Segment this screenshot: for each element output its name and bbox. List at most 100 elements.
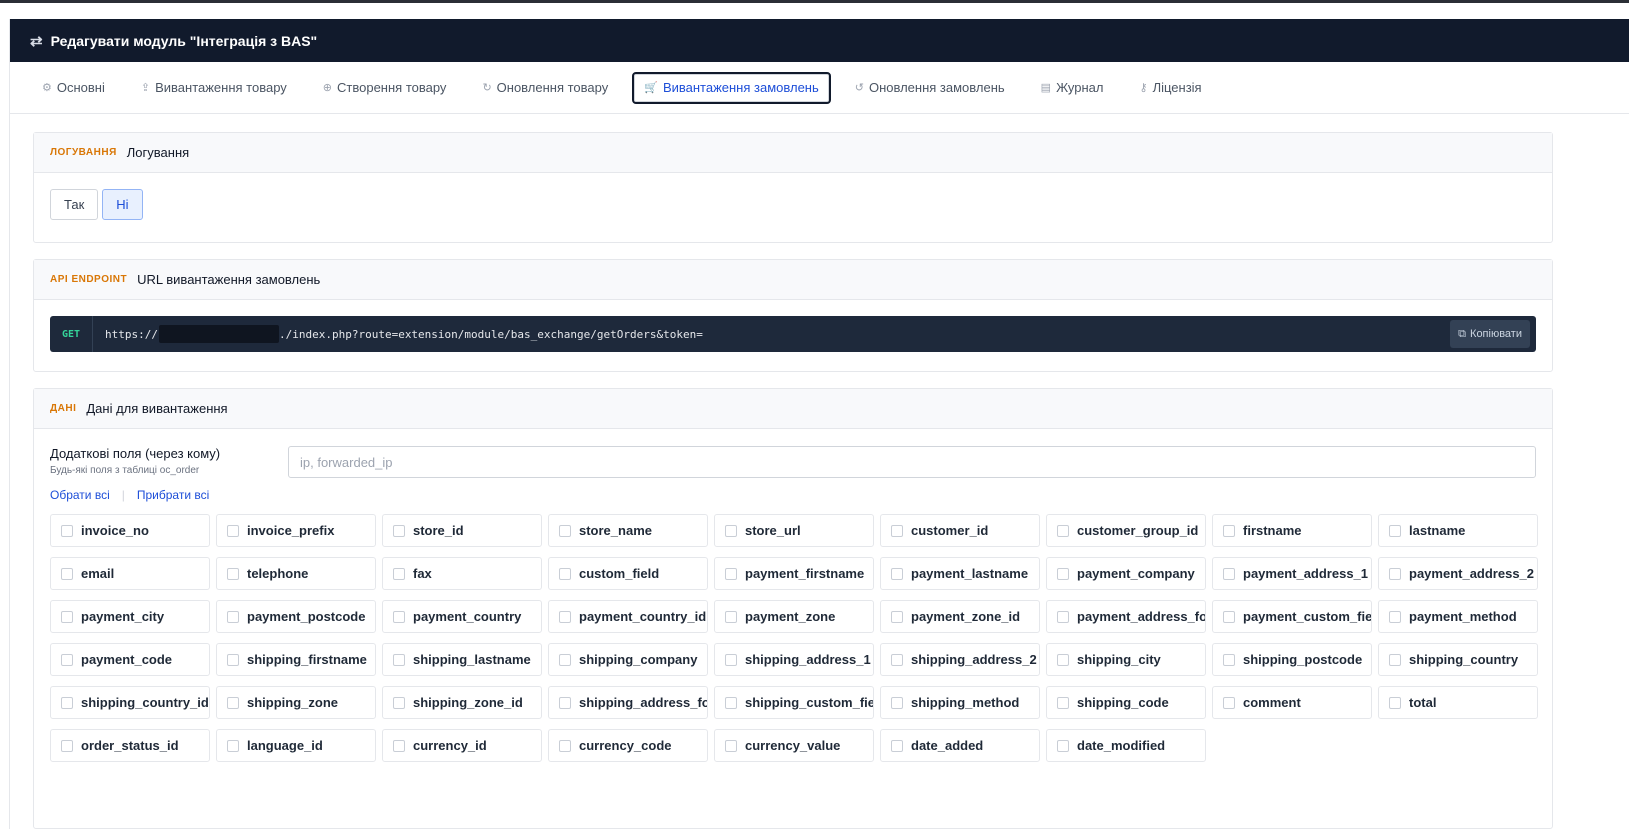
checkbox-square[interactable] [725,696,737,709]
field-checkbox[interactable]: payment_address_2 [1378,557,1538,590]
tab-orders-export[interactable]: 🛒 Вивантаження замовлень [632,71,831,104]
field-checkbox[interactable]: order_status_id [50,729,210,762]
checkbox-square[interactable] [61,610,73,623]
checkbox-square[interactable] [1057,567,1069,580]
field-checkbox[interactable]: payment_zone [714,600,874,633]
checkbox-square[interactable] [1057,696,1069,709]
checkbox-square[interactable] [393,696,405,709]
checkbox-square[interactable] [393,610,405,623]
field-checkbox[interactable]: payment_firstname [714,557,874,590]
copy-button[interactable]: ⧉ Копіювати [1450,320,1530,348]
field-checkbox[interactable]: shipping_custom_field [714,686,874,719]
checkbox-square[interactable] [1057,653,1069,666]
checkbox-square[interactable] [61,653,73,666]
field-checkbox[interactable]: payment_country_id [548,600,708,633]
checkbox-square[interactable] [891,696,903,709]
field-checkbox[interactable]: shipping_address_2 [880,643,1040,676]
field-checkbox[interactable]: payment_code [50,643,210,676]
checkbox-square[interactable] [891,739,903,752]
checkbox-square[interactable] [891,567,903,580]
checkbox-square[interactable] [559,696,571,709]
checkbox-square[interactable] [227,567,239,580]
checkbox-square[interactable] [227,524,239,537]
field-checkbox[interactable]: shipping_postcode [1212,643,1372,676]
field-checkbox[interactable]: language_id [216,729,376,762]
checkbox-square[interactable] [725,567,737,580]
field-checkbox[interactable]: invoice_prefix [216,514,376,547]
tab-product-export[interactable]: ⇪ Вивантаження товару [129,72,299,104]
checkbox-square[interactable] [1223,610,1235,623]
field-checkbox[interactable]: lastname [1378,514,1538,547]
field-checkbox[interactable]: payment_custom_field [1212,600,1372,633]
checkbox-square[interactable] [393,567,405,580]
field-checkbox[interactable]: customer_group_id [1046,514,1206,547]
field-checkbox[interactable]: currency_value [714,729,874,762]
field-checkbox[interactable]: payment_lastname [880,557,1040,590]
field-checkbox[interactable]: shipping_address_format [548,686,708,719]
field-checkbox[interactable]: shipping_method [880,686,1040,719]
checkbox-square[interactable] [61,567,73,580]
field-checkbox[interactable]: email [50,557,210,590]
deselect-all-link[interactable]: Прибрати всі [137,488,209,502]
checkbox-square[interactable] [559,610,571,623]
checkbox-square[interactable] [1057,739,1069,752]
checkbox-square[interactable] [891,610,903,623]
tab-product-create[interactable]: ⊕ Створення товару [311,72,459,104]
field-checkbox[interactable]: fax [382,557,542,590]
field-checkbox[interactable]: shipping_firstname [216,643,376,676]
checkbox-square[interactable] [891,653,903,666]
checkbox-square[interactable] [61,696,73,709]
checkbox-square[interactable] [1223,696,1235,709]
checkbox-square[interactable] [725,610,737,623]
field-checkbox[interactable]: shipping_zone_id [382,686,542,719]
checkbox-square[interactable] [61,739,73,752]
field-checkbox[interactable]: invoice_no [50,514,210,547]
checkbox-square[interactable] [559,567,571,580]
checkbox-square[interactable] [1057,610,1069,623]
checkbox-square[interactable] [1389,696,1401,709]
field-checkbox[interactable]: customer_id [880,514,1040,547]
checkbox-square[interactable] [393,739,405,752]
checkbox-square[interactable] [559,524,571,537]
field-checkbox[interactable]: shipping_city [1046,643,1206,676]
field-checkbox[interactable]: shipping_country [1378,643,1538,676]
checkbox-square[interactable] [1389,653,1401,666]
tab-main[interactable]: ⚙ Основні [30,72,117,104]
tab-log[interactable]: ▤ Журнал [1029,72,1116,104]
checkbox-square[interactable] [393,524,405,537]
checkbox-square[interactable] [1223,524,1235,537]
checkbox-square[interactable] [1057,524,1069,537]
checkbox-square[interactable] [227,696,239,709]
field-checkbox[interactable]: custom_field [548,557,708,590]
field-checkbox[interactable]: shipping_company [548,643,708,676]
checkbox-square[interactable] [725,653,737,666]
checkbox-square[interactable] [227,739,239,752]
field-checkbox[interactable]: currency_code [548,729,708,762]
select-all-link[interactable]: Обрати всі [50,488,110,502]
field-checkbox[interactable]: payment_city [50,600,210,633]
field-checkbox[interactable]: shipping_address_1 [714,643,874,676]
field-checkbox[interactable]: date_added [880,729,1040,762]
tab-license[interactable]: ⚷ Ліцензія [1128,72,1214,104]
checkbox-square[interactable] [1389,567,1401,580]
field-checkbox[interactable]: shipping_country_id [50,686,210,719]
field-checkbox[interactable]: comment [1212,686,1372,719]
checkbox-square[interactable] [1389,524,1401,537]
field-checkbox[interactable]: payment_country [382,600,542,633]
endpoint-url[interactable]: https:// ./index.php?route=extension/mod… [93,325,703,343]
field-checkbox[interactable]: shipping_zone [216,686,376,719]
checkbox-square[interactable] [725,739,737,752]
checkbox-square[interactable] [559,653,571,666]
field-checkbox[interactable]: payment_company [1046,557,1206,590]
checkbox-square[interactable] [725,524,737,537]
tab-orders-update[interactable]: ↺ Оновлення замовлень [843,72,1017,104]
extra-fields-input[interactable]: ip, forwarded_ip [288,446,1536,478]
checkbox-square[interactable] [1223,567,1235,580]
logging-yes-button[interactable]: Так [50,189,99,220]
checkbox-square[interactable] [227,610,239,623]
field-checkbox[interactable]: payment_method [1378,600,1538,633]
field-checkbox[interactable]: store_id [382,514,542,547]
field-checkbox[interactable]: payment_address_format [1046,600,1206,633]
field-checkbox[interactable]: telephone [216,557,376,590]
field-checkbox[interactable]: store_url [714,514,874,547]
